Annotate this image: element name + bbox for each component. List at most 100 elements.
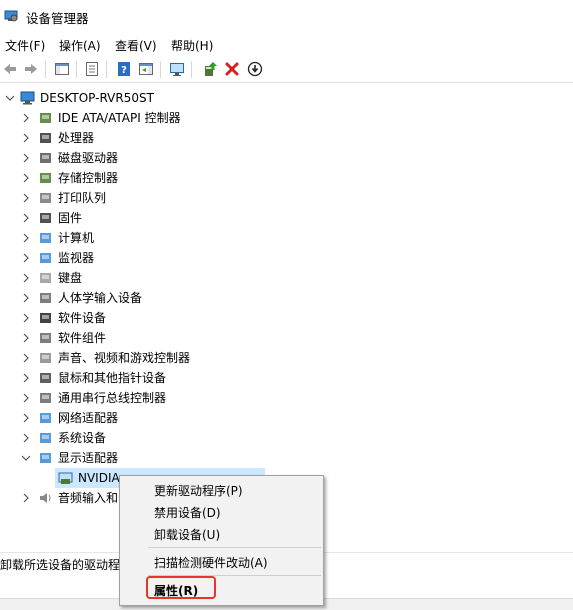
usb-controller-icon (38, 391, 53, 405)
tree-category[interactable]: 软件设备 (0, 308, 300, 328)
tree-category[interactable]: 打印队列 (0, 188, 300, 208)
chevron-right-icon[interactable] (21, 113, 31, 123)
tree-category[interactable]: 显示适配器 (0, 448, 300, 468)
keyboard-icon (38, 271, 53, 285)
chevron-right-icon[interactable] (21, 493, 31, 503)
tree-category[interactable]: 系统设备 (0, 428, 300, 448)
chevron-right-icon[interactable] (21, 313, 31, 323)
disable-device-icon[interactable] (246, 60, 264, 78)
menu-disable-device[interactable]: 禁用设备(D) (154, 504, 221, 521)
tree-category[interactable]: 声音、视频和游戏控制器 (0, 348, 300, 368)
toolbar-separator (76, 61, 77, 78)
menu-uninstall-device[interactable]: 卸载设备(U) (154, 526, 220, 543)
menu-scan-hardware[interactable]: 扫描检测硬件改动(A) (154, 554, 268, 571)
tree-category-label: 人体学输入设备 (58, 291, 143, 305)
update-driver-icon[interactable] (201, 60, 219, 78)
monitor-icon (38, 251, 53, 265)
tree-root[interactable]: DESKTOP-RVR50ST (0, 88, 200, 108)
menu-separator (148, 547, 321, 548)
tree-category-label: 软件组件 (58, 331, 107, 345)
back-arrow-icon[interactable] (1, 60, 19, 78)
menu-update-driver[interactable]: 更新驱动程序(P) (154, 482, 243, 499)
device-manager-icon (4, 9, 18, 23)
tree-root-label: DESKTOP-RVR50ST (40, 91, 154, 105)
menu-file[interactable]: 文件(F) (5, 37, 45, 54)
software-component-icon (38, 331, 53, 345)
menu-action[interactable]: 操作(A) (59, 37, 101, 54)
tree-category[interactable]: 固件 (0, 208, 300, 228)
computer-icon (38, 231, 53, 245)
chevron-right-icon[interactable] (21, 133, 31, 143)
chevron-right-icon[interactable] (21, 273, 31, 283)
toolbar-separator (191, 61, 192, 78)
menu-properties[interactable]: 属性(R) (154, 582, 198, 599)
processor-icon (38, 131, 53, 145)
monitor-scan-icon[interactable] (168, 60, 186, 78)
tree-category[interactable]: 监视器 (0, 248, 300, 268)
tree-category[interactable]: 人体学输入设备 (0, 288, 300, 308)
show-hide-console-tree-icon[interactable] (53, 60, 71, 78)
chevron-down-icon[interactable] (5, 93, 15, 103)
speaker-icon (40, 493, 51, 503)
mouse-icon (38, 371, 53, 385)
chevron-right-icon[interactable] (21, 193, 31, 203)
storage-controller-icon (38, 171, 53, 185)
printer-icon (38, 191, 53, 205)
status-text: 卸载所选设备的驱动程序 (0, 558, 133, 572)
chevron-right-icon[interactable] (21, 433, 31, 443)
disk-drive-icon (38, 151, 53, 165)
forward-arrow-icon[interactable] (22, 60, 40, 78)
tree-category[interactable]: 通用串行总线控制器 (0, 388, 300, 408)
chevron-right-icon[interactable] (21, 333, 31, 343)
tree-category-label: 系统设备 (58, 431, 107, 445)
help-icon[interactable]: ? (115, 60, 133, 78)
chevron-right-icon[interactable] (21, 393, 31, 403)
tree-category-label: 固件 (58, 211, 83, 225)
tree-category[interactable]: 网络适配器 (0, 408, 300, 428)
toolbar-separator (45, 61, 46, 78)
tree-category[interactable]: 磁盘驱动器 (0, 148, 300, 168)
tree-category-label: 存储控制器 (58, 171, 119, 185)
chevron-down-icon[interactable] (21, 453, 31, 463)
tree-category[interactable]: 处理器 (0, 128, 300, 148)
chevron-right-icon[interactable] (21, 153, 31, 163)
tree-category-label: 计算机 (58, 231, 95, 245)
tree-item-audio-input[interactable]: 音频输入和 (0, 488, 130, 508)
chevron-right-icon[interactable] (21, 413, 31, 423)
tree-category-label: 声音、视频和游戏控制器 (58, 351, 191, 365)
sound-icon (38, 351, 53, 365)
network-adapter-icon (38, 411, 53, 425)
tree-category[interactable]: 键盘 (0, 268, 300, 288)
tree-category[interactable]: 鼠标和其他指针设备 (0, 368, 300, 388)
properties-icon[interactable] (83, 60, 101, 78)
chevron-right-icon[interactable] (21, 233, 31, 243)
chevron-right-icon[interactable] (21, 293, 31, 303)
window-title: 设备管理器 (26, 11, 89, 26)
system-device-icon (38, 431, 53, 445)
chevron-right-icon[interactable] (21, 213, 31, 223)
ide-controller-icon (38, 111, 53, 125)
tree-category[interactable]: 计算机 (0, 228, 300, 248)
tree-category[interactable]: 软件组件 (0, 328, 300, 348)
tree-category[interactable]: IDE ATA/ATAPI 控制器 (0, 108, 300, 128)
software-device-icon (38, 311, 53, 325)
menu-view[interactable]: 查看(V) (115, 37, 157, 54)
menu-help[interactable]: 帮助(H) (171, 37, 213, 54)
toolbar: ? (0, 57, 573, 83)
tree-category-label: IDE ATA/ATAPI 控制器 (58, 111, 181, 125)
tree-category[interactable]: 存储控制器 (0, 168, 300, 188)
chevron-right-icon[interactable] (21, 173, 31, 183)
chevron-right-icon[interactable] (21, 253, 31, 263)
tree-category-label: 软件设备 (58, 311, 107, 325)
svg-text:?: ? (121, 65, 127, 76)
action-pane-icon[interactable] (137, 60, 155, 78)
menu-bar: 文件(F) 操作(A) 查看(V) 帮助(H) (0, 34, 573, 56)
audio-input-label: 音频输入和 (58, 491, 119, 505)
uninstall-icon[interactable] (223, 60, 241, 78)
chevron-right-icon[interactable] (21, 373, 31, 383)
chevron-right-icon[interactable] (21, 353, 31, 363)
tree-category-label: 网络适配器 (58, 411, 119, 425)
computer-icon (20, 91, 35, 105)
tree-category-label: 磁盘驱动器 (58, 151, 119, 165)
nvidia-label: NVIDIA (78, 471, 120, 485)
